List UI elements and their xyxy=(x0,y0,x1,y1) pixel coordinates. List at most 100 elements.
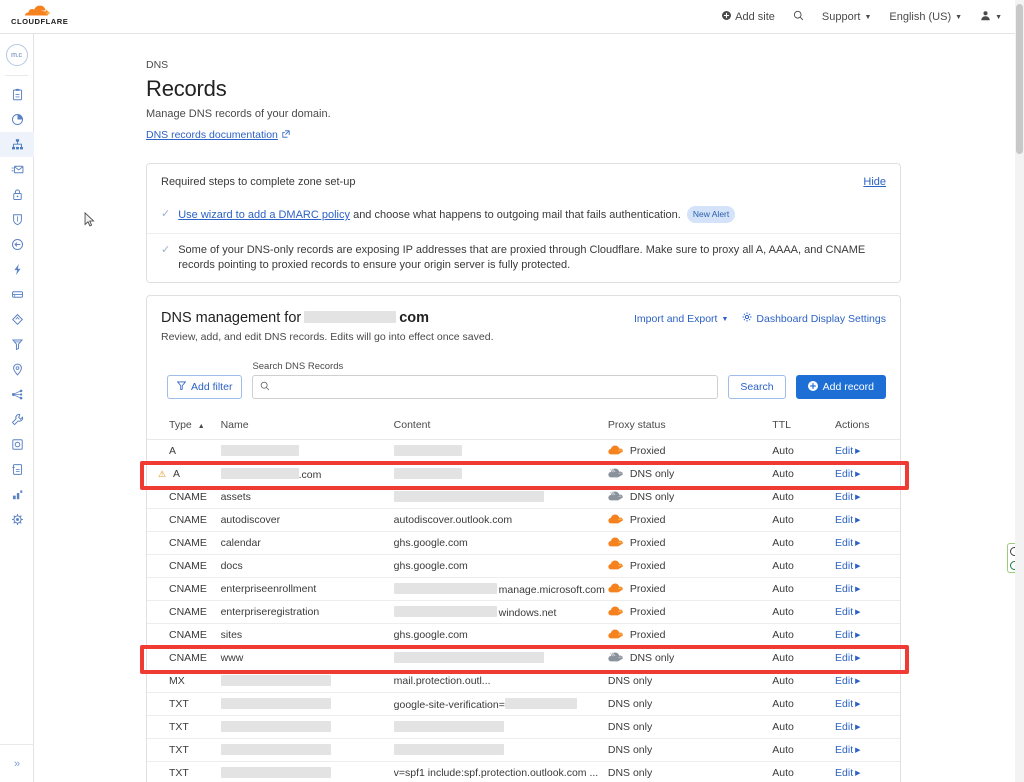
sidebar-item-dns[interactable] xyxy=(0,132,34,157)
edit-record-button[interactable]: Edit ▶ xyxy=(835,468,860,480)
table-row[interactable]: CNAME calendar ghs.google.com Proxied Auto Ed… xyxy=(147,531,900,555)
edit-record-button[interactable]: Edit ▶ xyxy=(835,560,860,572)
column-header-ttl[interactable]: TTL xyxy=(772,411,836,440)
sidebar-item-overview[interactable] xyxy=(0,82,34,107)
cell-ttl: Auto xyxy=(772,485,836,509)
cell-ttl: Auto xyxy=(772,761,836,782)
table-row[interactable]: MX mail.protection.outl... DNS only Auto Edi… xyxy=(147,669,900,693)
sidebar-item-email[interactable] xyxy=(0,157,34,182)
dns-documentation-link[interactable]: DNS records documentation xyxy=(146,129,290,141)
cell-actions: Edit ▶ xyxy=(835,508,900,532)
add-site-button[interactable]: Add site xyxy=(722,10,775,23)
search-input[interactable] xyxy=(274,381,711,393)
proxied-cloud-icon[interactable] xyxy=(608,560,623,573)
sidebar-item-logs[interactable] xyxy=(0,457,34,482)
sidebar-item-scrape[interactable] xyxy=(0,482,34,507)
dns-only-cloud-icon[interactable] xyxy=(608,490,623,504)
column-header-type[interactable]: Type ▲ xyxy=(147,411,221,440)
dns-only-cloud-icon[interactable] xyxy=(608,467,623,481)
sidebar-item-security[interactable] xyxy=(0,207,34,232)
sidebar-item-traffic[interactable] xyxy=(0,382,34,407)
cell-content: windows.net xyxy=(393,600,608,624)
edit-label: Edit xyxy=(835,560,854,572)
sidebar-item-apps[interactable] xyxy=(0,507,34,532)
chevron-right-icon: ▶ xyxy=(855,747,861,754)
hide-required-steps-link[interactable]: Hide xyxy=(863,176,886,188)
page-scrollbar[interactable] xyxy=(1015,0,1024,782)
scrollbar-thumb[interactable] xyxy=(1016,4,1023,154)
edit-record-button[interactable]: Edit ▶ xyxy=(835,629,860,641)
account-menu[interactable]: ▼ xyxy=(980,10,1002,24)
proxied-cloud-icon[interactable] xyxy=(608,445,623,458)
column-header-name[interactable]: Name xyxy=(220,411,394,440)
avatar[interactable]: m.c xyxy=(5,44,28,66)
dashboard-display-settings-button[interactable]: Dashboard Display Settings xyxy=(742,312,886,325)
table-row[interactable]: CNAME docs ghs.google.com Proxied Auto Edit ▶ xyxy=(147,554,900,578)
table-row[interactable]: TXT DNS only Auto Edit ▶ xyxy=(147,738,900,762)
record-name-label: autodiscover xyxy=(220,514,281,526)
edit-record-button[interactable]: Edit ▶ xyxy=(835,767,860,779)
edit-record-button[interactable]: Edit ▶ xyxy=(835,606,860,618)
edit-record-button[interactable]: Edit ▶ xyxy=(835,491,860,503)
proxied-cloud-icon[interactable] xyxy=(608,537,623,550)
edit-record-button[interactable]: Edit ▶ xyxy=(835,698,860,710)
proxied-cloud-icon[interactable] xyxy=(608,629,623,642)
edit-record-button[interactable]: Edit ▶ xyxy=(835,583,860,595)
support-menu[interactable]: Support ▼ xyxy=(822,11,871,23)
document-icon xyxy=(11,463,24,476)
ttl-label: Auto xyxy=(772,675,794,687)
sidebar-expand-button[interactable]: » xyxy=(0,744,34,782)
dns-management-title: DNS management for com xyxy=(161,310,493,326)
proxied-cloud-icon[interactable] xyxy=(608,606,623,619)
table-row[interactable]: CNAME enterpriseregistration windows.net Pr… xyxy=(147,600,900,624)
edit-record-button[interactable]: Edit ▶ xyxy=(835,514,860,526)
sidebar-item-tools[interactable] xyxy=(0,407,34,432)
proxied-cloud-icon[interactable] xyxy=(608,514,623,527)
cell-content xyxy=(393,439,608,463)
dmarc-wizard-link[interactable]: Use wizard to add a DMARC policy xyxy=(178,209,350,221)
table-row[interactable]: CNAME sites ghs.google.com Proxied Auto Edit ▶ xyxy=(147,623,900,647)
edit-record-button[interactable]: Edit ▶ xyxy=(835,445,860,457)
search-button[interactable]: Search xyxy=(728,375,786,399)
global-search-button[interactable] xyxy=(793,10,804,24)
cloudflare-logo[interactable]: CLOUDFLARE xyxy=(10,1,76,32)
table-row[interactable]: TXT DNS only Auto Edit ▶ xyxy=(147,715,900,739)
table-row[interactable]: A Proxied Auto Edit ▶ xyxy=(147,439,900,463)
edit-record-button[interactable]: Edit ▶ xyxy=(835,675,860,687)
column-header-content[interactable]: Content xyxy=(393,411,608,440)
edit-record-button[interactable]: Edit ▶ xyxy=(835,537,860,549)
cell-name xyxy=(220,692,394,716)
sidebar-item-workers[interactable] xyxy=(0,307,34,332)
proxied-cloud-icon[interactable] xyxy=(608,583,623,596)
table-row[interactable]: TXT v=spf1 include:spf.protection.outlook… xyxy=(147,761,900,782)
table-row[interactable]: TXT google-site-verification= DNS only Auto… xyxy=(147,692,900,716)
sidebar-item-ssl[interactable] xyxy=(0,182,34,207)
add-filter-button[interactable]: Add filter xyxy=(167,375,243,399)
edit-record-button[interactable]: Edit ▶ xyxy=(835,744,860,756)
table-row[interactable]: CNAME autodiscover autodiscover.outlook.co… xyxy=(147,508,900,532)
edit-record-button[interactable]: Edit ▶ xyxy=(835,652,860,664)
sidebar-item-analytics[interactable] xyxy=(0,107,34,132)
import-and-export-menu[interactable]: Import and Export ▼ xyxy=(634,313,728,325)
record-type-label: CNAME xyxy=(169,583,207,595)
table-row[interactable]: CNAME assets DNS only Auto Edit ▶ xyxy=(147,485,900,509)
dns-only-cloud-icon[interactable] xyxy=(608,651,623,665)
table-row[interactable]: CNAME www DNS only Auto Edit ▶ xyxy=(147,647,900,670)
sidebar-item-caching[interactable] xyxy=(0,282,34,307)
sidebar-item-rules[interactable] xyxy=(0,332,34,357)
search-input-box[interactable] xyxy=(252,375,719,399)
column-header-proxy-status[interactable]: Proxy status xyxy=(607,411,773,440)
add-record-button[interactable]: Add record xyxy=(795,375,886,399)
cell-proxy-status: DNS only xyxy=(607,692,773,716)
sidebar-item-stream[interactable] xyxy=(0,432,34,457)
table-row[interactable]: CNAME enterpriseenrollment manage.microsof… xyxy=(147,577,900,601)
edit-record-button[interactable]: Edit ▶ xyxy=(835,721,860,733)
chevron-right-icon: ▶ xyxy=(855,448,861,455)
sidebar-item-speed[interactable] xyxy=(0,257,34,282)
language-label: English (US) xyxy=(889,10,952,23)
language-menu[interactable]: English (US) ▼ xyxy=(889,11,962,23)
cell-content: mail.protection.outl... xyxy=(393,669,608,693)
sidebar-item-access[interactable] xyxy=(0,232,34,257)
table-row[interactable]: ⚠ A .com DNS only Auto Edit ▶ xyxy=(147,463,900,486)
sidebar-item-network[interactable] xyxy=(0,357,34,382)
